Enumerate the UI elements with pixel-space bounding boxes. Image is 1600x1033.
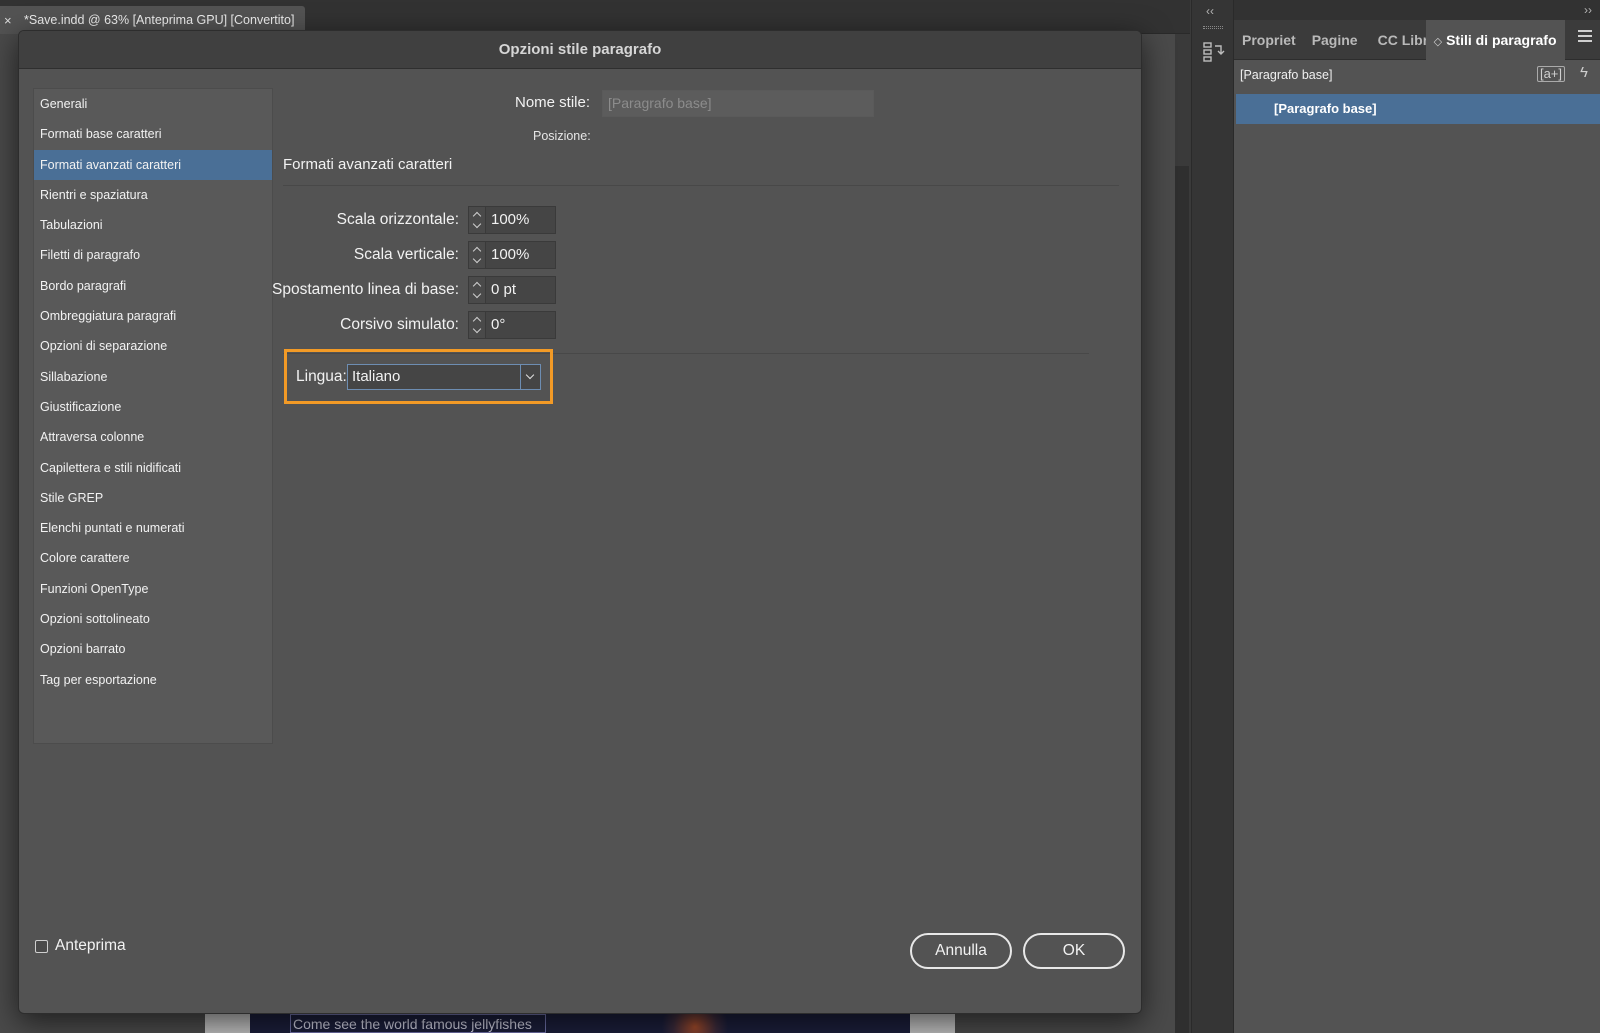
category-item[interactable]: Tag per esportazione (34, 665, 272, 695)
category-item[interactable]: Bordo paragrafi (34, 271, 272, 301)
paragraph-styles-panel: ›› Propriet Pagine CC Libra ◇Stili di pa… (1234, 0, 1600, 1033)
tab-arrows-icon: ◇ (1433, 35, 1443, 48)
horizontal-scale-stepper[interactable]: 100% (468, 206, 556, 234)
section-title: Formati avanzati caratteri (283, 156, 453, 173)
position-label: Posizione: (533, 129, 591, 143)
horizontal-scale-label: Scala orizzontale: (336, 211, 459, 228)
category-item[interactable]: Opzioni di separazione (34, 331, 272, 361)
preview-toggle[interactable]: Anteprima (35, 937, 126, 955)
ok-button[interactable]: OK (1023, 933, 1125, 969)
skew-input[interactable]: 0° (486, 311, 556, 339)
expand-panels-icon[interactable]: ›› (1584, 3, 1592, 17)
panel-tab-bar: Propriet Pagine CC Libra ◇Stili di parag… (1234, 19, 1600, 60)
tab-paragraph-styles-label: Stili di paragrafo (1446, 31, 1557, 48)
category-item[interactable]: Elenchi puntati e numerati (34, 513, 272, 543)
category-item[interactable]: Stile GREP (34, 483, 272, 513)
vertical-scale-input[interactable]: 100% (486, 241, 556, 269)
style-name-label: Nome stile: (515, 94, 591, 111)
preview-label: Anteprima (55, 937, 126, 954)
panel-menu-icon[interactable] (1578, 30, 1592, 42)
cancel-button[interactable]: Annulla (910, 933, 1012, 969)
vertical-scale-label: Scala verticale: (353, 246, 459, 263)
language-value: Italiano (352, 368, 401, 385)
category-item[interactable]: Formati base caratteri (34, 119, 272, 149)
new-style-from-selection-icon[interactable]: [a+] (1536, 66, 1565, 82)
category-item[interactable]: Opzioni sottolineato (34, 604, 272, 634)
tab-cc-libraries[interactable]: CC Libra (1366, 20, 1426, 60)
category-item[interactable]: Capilettera e stili nidificati (34, 453, 272, 483)
document-tab-bar: × *Save.indd @ 63% [Anteprima GPU] [Conv… (0, 0, 1190, 34)
category-item[interactable]: Giustificazione (34, 392, 272, 422)
canvas-text-frame[interactable]: Come see the world famous jellyfishes (290, 1014, 546, 1033)
section-divider (283, 185, 1119, 186)
category-item[interactable]: Opzioni barrato (34, 634, 272, 664)
category-item[interactable]: Funzioni OpenType (34, 574, 272, 604)
vertical-scrollbar[interactable] (1175, 166, 1189, 1033)
category-item[interactable]: Sillabazione (34, 362, 272, 392)
document-tab-title: *Save.indd @ 63% [Anteprima GPU] [Conver… (24, 13, 295, 27)
stepper-arrows-icon[interactable] (468, 206, 486, 234)
vertical-scale-stepper[interactable]: 100% (468, 241, 556, 269)
stepper-arrows-icon[interactable] (468, 311, 486, 339)
panel-grip[interactable] (1203, 26, 1223, 29)
category-item[interactable]: Generali (34, 89, 272, 119)
language-select[interactable]: Italiano (347, 364, 541, 390)
jellyfish-image (650, 1012, 740, 1033)
baseline-shift-input[interactable]: 0 pt (486, 276, 556, 304)
category-list: Generali Formati base caratteri Formati … (33, 88, 273, 744)
stepper-arrows-icon[interactable] (468, 241, 486, 269)
category-item[interactable]: Ombreggiatura paragrafi (34, 301, 272, 331)
tab-properties[interactable]: Propriet (1234, 20, 1304, 60)
quick-apply-icon[interactable]: ϟ (1580, 64, 1588, 81)
skew-label: Corsivo simulato: (340, 316, 459, 333)
stepper-arrows-icon[interactable] (468, 276, 486, 304)
category-item[interactable]: Tabulazioni (34, 210, 272, 240)
category-item[interactable]: Rientri e spaziatura (34, 180, 272, 210)
dialog-title: Opzioni stile paragrafo (19, 31, 1141, 69)
language-highlight: Lingua: Italiano (284, 349, 553, 404)
language-label: Lingua: (296, 368, 347, 385)
chevron-down-icon[interactable] (520, 365, 540, 389)
tab-paragraph-styles[interactable]: ◇ Stili di paragrafo (1425, 19, 1565, 60)
preview-checkbox[interactable] (35, 939, 48, 953)
horizontal-scale-input[interactable]: 100% (486, 206, 556, 234)
skew-stepper[interactable]: 0° (468, 311, 556, 339)
baseline-shift-label: Spostamento linea di base: (272, 281, 459, 298)
category-item[interactable]: Filetti di paragrafo (34, 240, 272, 270)
category-item[interactable]: Attraversa colonne (34, 422, 272, 452)
style-name-field: [Paragrafo base] (602, 90, 874, 117)
style-list-item[interactable]: [Paragrafo base] (1236, 94, 1600, 124)
paragraph-style-options-dialog: Opzioni stile paragrafo Generali Formati… (18, 30, 1142, 1014)
text-wrap-icon[interactable] (1201, 40, 1225, 64)
baseline-shift-stepper[interactable]: 0 pt (468, 276, 556, 304)
current-style-label: [Paragrafo base] (1240, 68, 1333, 82)
category-item[interactable]: Colore carattere (34, 543, 272, 573)
panel-header-strip: ›› (1234, 0, 1600, 20)
close-tab-icon[interactable]: × (4, 13, 18, 28)
tab-pages[interactable]: Pagine (1304, 20, 1366, 60)
collapsed-panel-column: ‹‹ (1192, 0, 1234, 1033)
category-item-selected[interactable]: Formati avanzati caratteri (34, 149, 272, 180)
style-list-item-label: [Paragrafo base] (1274, 101, 1377, 116)
collapse-panels-icon[interactable]: ‹‹ (1206, 4, 1214, 18)
